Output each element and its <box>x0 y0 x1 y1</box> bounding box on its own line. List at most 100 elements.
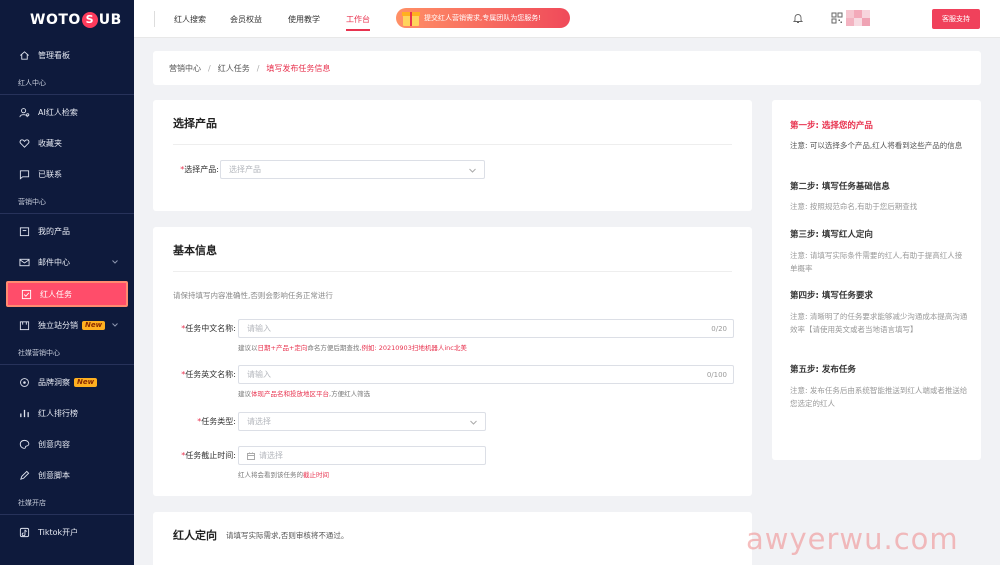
sidebar-item-tiktok-account[interactable]: Tiktok开户 <box>0 517 134 548</box>
product-select[interactable]: 选择产品 <box>220 160 485 179</box>
sidebar-item-brand-insight[interactable]: 品牌洞察 New <box>0 367 134 398</box>
task-type-label: *任务类型: <box>197 417 236 426</box>
tiktok-icon <box>18 527 30 539</box>
sidebar-item-label: 独立站分销 <box>38 321 78 330</box>
sidebar-item-label: 品牌洞察 <box>38 378 70 387</box>
pen-icon <box>18 470 30 482</box>
customer-support-button[interactable]: 客服支持 <box>932 9 980 29</box>
tab-tutorial[interactable]: 使用教学 <box>288 14 320 25</box>
divider <box>154 11 155 27</box>
avatar[interactable] <box>846 10 870 26</box>
sidebar-item-favorites[interactable]: 收藏夹 <box>0 128 134 159</box>
step-title: 第五步: 发布任务 <box>790 365 856 375</box>
step-title: 第一步: 选择您的产品 <box>790 121 873 131</box>
tab-workbench[interactable]: 工作台 <box>346 14 370 31</box>
en-name-placeholder: 请输入 <box>247 370 271 379</box>
en-name-label: *任务英文名称: <box>181 370 236 379</box>
sidebar-item-mail-center[interactable]: 邮件中心 <box>0 247 134 278</box>
bell-icon[interactable] <box>792 12 804 24</box>
breadcrumb-item[interactable]: 红人任务 <box>218 63 250 74</box>
breadcrumb-item[interactable]: 营销中心 <box>169 63 201 74</box>
new-badge: New <box>74 378 98 387</box>
home-icon <box>18 50 30 62</box>
tab-membership[interactable]: 会员权益 <box>230 14 262 25</box>
sidebar-item-label: 红人排行榜 <box>38 409 78 418</box>
step-desc: 注意: 请填写实际条件需要的红人,有助于提高红人接单概率 <box>790 251 963 273</box>
mail-icon <box>18 257 30 269</box>
deadline-hint: 红人将会看到该任务的截止时间 <box>238 471 329 479</box>
sidebar-item-label: Tiktok开户 <box>38 528 79 537</box>
breadcrumb: 营销中心 / 红人任务 / 填写发布任务信息 <box>153 51 981 85</box>
product-icon <box>18 226 30 238</box>
logo[interactable]: WOTO S UB <box>0 0 134 40</box>
qrcode-icon[interactable] <box>831 12 843 24</box>
logo-text-right: UB <box>98 12 122 28</box>
step-title: 第二步: 填写任务基础信息 <box>790 182 890 192</box>
cn-name-label: *任务中文名称: <box>181 324 236 333</box>
task-type-select[interactable]: 请选择 <box>238 412 486 431</box>
chevron-down-icon <box>112 323 118 327</box>
cn-name-input[interactable]: 请输入 0/20 <box>238 319 734 338</box>
targeting-note: 请填写实际需求,否则审核将不通过。 <box>226 531 349 540</box>
tab-influencer-search[interactable]: 红人搜索 <box>174 14 206 25</box>
product-card-title: 选择产品 <box>173 117 217 130</box>
sidebar-section-marketing: 营销中心 <box>0 190 134 214</box>
sidebar-item-dashboard[interactable]: 管理看板 <box>0 40 134 71</box>
sidebar-item-label: 管理看板 <box>38 51 70 60</box>
store-icon <box>18 320 30 332</box>
sidebar-item-label: 红人任务 <box>40 289 72 299</box>
step-title: 第四步: 填写任务要求 <box>790 291 873 301</box>
product-label: *选择产品: <box>180 165 219 174</box>
gift-icon <box>402 12 420 26</box>
sidebar-item-label: 收藏夹 <box>38 139 62 148</box>
watermark: awyerwu.com <box>746 522 959 556</box>
palette-icon <box>18 439 30 451</box>
product-select-placeholder: 选择产品 <box>229 165 261 174</box>
chevron-down-icon <box>469 168 476 173</box>
chat-icon <box>18 169 30 181</box>
deadline-picker[interactable]: 请选择 <box>238 446 486 465</box>
en-name-hint: 建议体现产品名和投放地区平台,方便红人筛选 <box>238 390 371 398</box>
sidebar-item-ai-search[interactable]: AI红人检索 <box>0 97 134 128</box>
sidebar-item-label: 创意内容 <box>38 440 70 449</box>
step-desc: 注意: 可以选择多个产品,红人将看到这些产品的信息 <box>790 141 963 150</box>
sidebar-item-creative-content[interactable]: 创意内容 <box>0 429 134 460</box>
user-search-icon <box>18 107 30 119</box>
sidebar-item-distribution[interactable]: 独立站分销 New <box>0 310 134 341</box>
targeting-card: 红人定向 请填写实际需求,否则审核将不通过。 <box>153 512 752 565</box>
sidebar-item-label: 邮件中心 <box>38 258 70 267</box>
sidebar-item-label: 创意脚本 <box>38 471 70 480</box>
task-type-placeholder: 请选择 <box>247 417 271 426</box>
ranking-icon <box>18 408 30 420</box>
cn-name-placeholder: 请输入 <box>247 324 271 333</box>
basic-info-card: 基本信息 请保持填写内容准确性,否则会影响任务正常进行 *任务中文名称: 请输入… <box>153 227 752 496</box>
sidebar-item-ranking[interactable]: 红人排行榜 <box>0 398 134 429</box>
promo-text: 提交红人营销需求,专属团队为您服务! <box>424 14 542 22</box>
basic-info-title: 基本信息 <box>173 244 217 257</box>
heart-icon <box>18 138 30 150</box>
basic-info-note: 请保持填写内容准确性,否则会影响任务正常进行 <box>173 291 333 300</box>
sidebar-item-influencer-task[interactable]: 红人任务 <box>6 281 128 307</box>
chevron-down-icon <box>112 260 118 264</box>
divider <box>173 271 732 272</box>
sidebar-item-contacted[interactable]: 已联系 <box>0 159 134 190</box>
breadcrumb-separator: / <box>208 63 211 73</box>
deadline-placeholder: 请选择 <box>259 451 283 460</box>
step-desc: 注意: 发布任务后由系统智能推送到红人端或者推送给您选定的红人 <box>790 386 968 408</box>
product-card: 选择产品 *选择产品: 选择产品 <box>153 100 752 211</box>
char-count: 0/100 <box>706 371 727 379</box>
cn-name-hint: 建议以日期+产品+定向命名方便后期查找,例如: 20210903扫地机器人inc… <box>238 344 467 352</box>
sidebar-item-label: AI红人检索 <box>38 108 78 117</box>
breadcrumb-separator: / <box>256 63 260 73</box>
divider <box>173 144 732 145</box>
promo-banner[interactable]: 提交红人营销需求,专属团队为您服务! <box>396 8 570 28</box>
logo-mark: S <box>81 12 98 28</box>
sidebar-item-my-products[interactable]: 我的产品 <box>0 216 134 247</box>
insight-icon <box>18 377 30 389</box>
sidebar-item-label: 已联系 <box>38 170 62 179</box>
sidebar-section-influencer: 红人中心 <box>0 71 134 95</box>
en-name-input[interactable]: 请输入 0/100 <box>238 365 734 384</box>
steps-panel: 第一步: 选择您的产品 注意: 可以选择多个产品,红人将看到这些产品的信息 第二… <box>772 100 981 460</box>
deadline-label: *任务截止时间: <box>181 451 236 460</box>
sidebar-item-creative-script[interactable]: 创意脚本 <box>0 460 134 491</box>
